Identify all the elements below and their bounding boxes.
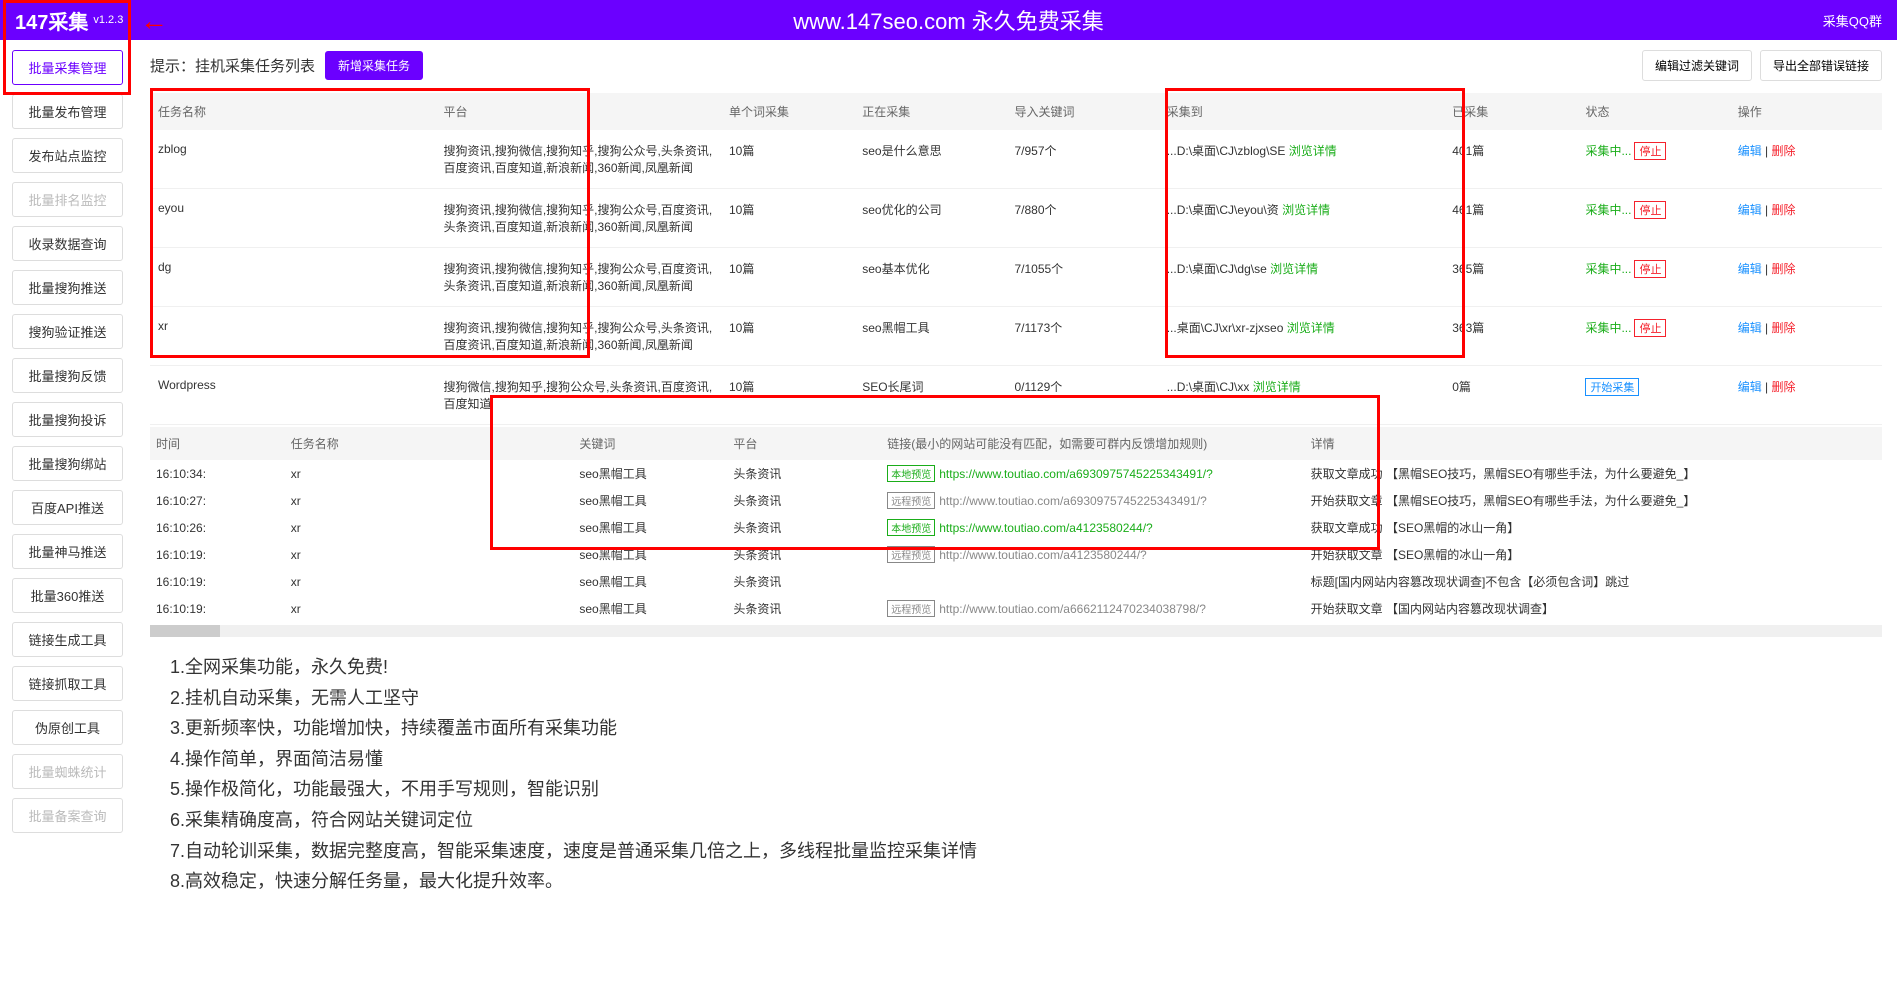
link-url[interactable]: http://www.toutiao.com/a4123580244/? xyxy=(939,548,1146,562)
table-row: xr搜狗资讯,搜狗微信,搜狗知乎,搜狗公众号,头条资讯,百度资讯,百度知道,新浪… xyxy=(150,307,1882,366)
sidebar-item-16[interactable]: 批量蜘蛛统计 xyxy=(12,754,123,789)
feature-line: 1.全网采集功能，永久免费! xyxy=(170,652,1862,683)
content-area: 提示：挂机采集任务列表 新增采集任务 编辑过滤关键词 导出全部错误链接 任务名称… xyxy=(135,40,1897,912)
sidebar-item-7[interactable]: 批量搜狗反馈 xyxy=(12,358,123,393)
sidebar-item-9[interactable]: 批量搜狗绑站 xyxy=(12,446,123,481)
preview-tag[interactable]: 远程预览 xyxy=(887,600,935,617)
export-errors-button[interactable]: 导出全部错误链接 xyxy=(1760,50,1882,81)
column-header: 平台 xyxy=(436,93,722,130)
feature-line: 5.操作极简化，功能最强大，不用手写规则，智能识别 xyxy=(170,774,1862,805)
feature-line: 6.采集精确度高，符合网站关键词定位 xyxy=(170,805,1862,836)
toolbar-title: 提示：挂机采集任务列表 xyxy=(150,55,315,76)
stop-button[interactable]: 停止 xyxy=(1634,201,1666,219)
log-row: 16:10:26:xrseo黑帽工具头条资讯本地预览https://www.to… xyxy=(150,514,1882,541)
log-row: 16:10:34:xrseo黑帽工具头条资讯本地预览https://www.to… xyxy=(150,460,1882,487)
column-header: 时间 xyxy=(150,427,285,460)
column-header: 关键词 xyxy=(573,427,727,460)
preview-tag[interactable]: 本地预览 xyxy=(887,465,935,482)
delete-link[interactable]: 删除 xyxy=(1772,262,1796,276)
log-table: 时间任务名称关键词平台链接(最小的网站可能没有匹配，如需要可群内反馈增加规则)详… xyxy=(150,427,1882,622)
annotation-arrow: ← xyxy=(140,5,168,37)
column-header: 详情 xyxy=(1305,427,1882,460)
preview-tag[interactable]: 远程预览 xyxy=(887,492,935,509)
sidebar-item-11[interactable]: 批量神马推送 xyxy=(12,534,123,569)
sidebar-item-6[interactable]: 搜狗验证推送 xyxy=(12,314,123,349)
sidebar-item-10[interactable]: 百度API推送 xyxy=(12,490,123,525)
link-url[interactable]: https://www.toutiao.com/a4123580244/? xyxy=(939,521,1152,535)
column-header: 任务名称 xyxy=(150,93,436,130)
app-header: 147采集 v1.2.3 www.147seo.com 永久免费采集 采集QQ群 xyxy=(0,0,1897,40)
column-header: 任务名称 xyxy=(285,427,574,460)
link-url[interactable]: https://www.toutiao.com/a693097574522534… xyxy=(939,467,1213,481)
toolbar: 提示：挂机采集任务列表 新增采集任务 编辑过滤关键词 导出全部错误链接 xyxy=(150,50,1882,81)
app-logo: 147采集 xyxy=(15,6,88,35)
column-header: 单个词采集 xyxy=(721,93,854,130)
filter-keywords-button[interactable]: 编辑过滤关键词 xyxy=(1642,50,1752,81)
feature-line: 2.挂机自动采集，无需人工坚守 xyxy=(170,683,1862,714)
column-header: 操作 xyxy=(1730,93,1882,130)
log-row: 16:10:19:xrseo黑帽工具头条资讯标题[国内网站内容篡改现状调查]不包… xyxy=(150,568,1882,595)
table-row: zblog搜狗资讯,搜狗微信,搜狗知乎,搜狗公众号,头条资讯,百度资讯,百度知道… xyxy=(150,130,1882,189)
column-header: 已采集 xyxy=(1444,93,1577,130)
edit-link[interactable]: 编辑 xyxy=(1738,321,1762,335)
feature-line: 3.更新频率快，功能增加快，持续覆盖市面所有采集功能 xyxy=(170,713,1862,744)
log-scrollbar[interactable] xyxy=(150,625,1882,637)
browse-detail-link[interactable]: 浏览详情 xyxy=(1289,144,1337,158)
sidebar-item-3[interactable]: 批量排名监控 xyxy=(12,182,123,217)
table-row: dg搜狗资讯,搜狗微信,搜狗知乎,搜狗公众号,百度资讯,头条资讯,百度知道,新浪… xyxy=(150,248,1882,307)
edit-link[interactable]: 编辑 xyxy=(1738,144,1762,158)
browse-detail-link[interactable]: 浏览详情 xyxy=(1287,321,1335,335)
feature-line: 4.操作简单，界面简洁易懂 xyxy=(170,744,1862,775)
link-url[interactable]: http://www.toutiao.com/a6662112470234038… xyxy=(939,602,1206,616)
column-header: 状态 xyxy=(1577,93,1729,130)
tasks-table: 任务名称平台单个词采集正在采集导入关键词采集到已采集状态操作 zblog搜狗资讯… xyxy=(150,93,1882,425)
delete-link[interactable]: 删除 xyxy=(1772,380,1796,394)
browse-detail-link[interactable]: 浏览详情 xyxy=(1270,262,1318,276)
log-row: 16:10:27:xrseo黑帽工具头条资讯远程预览http://www.tou… xyxy=(150,487,1882,514)
delete-link[interactable]: 删除 xyxy=(1772,321,1796,335)
feature-line: 7.自动轮训采集，数据完整度高，智能采集速度，速度是普通采集几倍之上，多线程批量… xyxy=(170,836,1862,867)
sidebar-item-14[interactable]: 链接抓取工具 xyxy=(12,666,123,701)
sidebar: 批量采集管理批量发布管理发布站点监控批量排名监控收录数据查询批量搜狗推送搜狗验证… xyxy=(0,40,135,912)
stop-button[interactable]: 停止 xyxy=(1634,260,1666,278)
sidebar-item-5[interactable]: 批量搜狗推送 xyxy=(12,270,123,305)
sidebar-item-0[interactable]: 批量采集管理 xyxy=(12,50,123,85)
new-task-button[interactable]: 新增采集任务 xyxy=(325,51,423,80)
column-header: 采集到 xyxy=(1159,93,1445,130)
delete-link[interactable]: 删除 xyxy=(1772,144,1796,158)
table-row: eyou搜狗资讯,搜狗微信,搜狗知乎,搜狗公众号,百度资讯,头条资讯,百度知道,… xyxy=(150,189,1882,248)
sidebar-item-12[interactable]: 批量360推送 xyxy=(12,578,123,613)
start-button[interactable]: 开始采集 xyxy=(1585,378,1639,396)
sidebar-item-17[interactable]: 批量备案查询 xyxy=(12,798,123,833)
column-header: 正在采集 xyxy=(854,93,1006,130)
stop-button[interactable]: 停止 xyxy=(1634,142,1666,160)
features-list: 1.全网采集功能，永久免费!2.挂机自动采集，无需人工坚守3.更新频率快，功能增… xyxy=(150,637,1882,912)
sidebar-item-8[interactable]: 批量搜狗投诉 xyxy=(12,402,123,437)
stop-button[interactable]: 停止 xyxy=(1634,319,1666,337)
column-header: 链接(最小的网站可能没有匹配，如需要可群内反馈增加规则) xyxy=(881,427,1304,460)
preview-tag[interactable]: 远程预览 xyxy=(887,546,935,563)
browse-detail-link[interactable]: 浏览详情 xyxy=(1282,203,1330,217)
sidebar-item-1[interactable]: 批量发布管理 xyxy=(12,94,123,129)
log-row: 16:10:19:xrseo黑帽工具头条资讯远程预览http://www.tou… xyxy=(150,595,1882,622)
app-version: v1.2.3 xyxy=(93,14,123,26)
preview-tag[interactable]: 本地预览 xyxy=(887,519,935,536)
sidebar-item-4[interactable]: 收录数据查询 xyxy=(12,226,123,261)
sidebar-item-15[interactable]: 伪原创工具 xyxy=(12,710,123,745)
column-header: 导入关键词 xyxy=(1006,93,1158,130)
header-title: www.147seo.com 永久免费采集 xyxy=(793,4,1104,36)
edit-link[interactable]: 编辑 xyxy=(1738,203,1762,217)
browse-detail-link[interactable]: 浏览详情 xyxy=(1253,380,1301,394)
feature-line: 8.高效稳定，快速分解任务量，最大化提升效率。 xyxy=(170,866,1862,897)
delete-link[interactable]: 删除 xyxy=(1772,203,1796,217)
edit-link[interactable]: 编辑 xyxy=(1738,262,1762,276)
sidebar-item-13[interactable]: 链接生成工具 xyxy=(12,622,123,657)
sidebar-item-2[interactable]: 发布站点监控 xyxy=(12,138,123,173)
qq-group-link[interactable]: 采集QQ群 xyxy=(1823,11,1882,30)
table-row: Wordpress搜狗微信,搜狗知乎,搜狗公众号,头条资讯,百度资讯,百度知道1… xyxy=(150,366,1882,425)
column-header: 平台 xyxy=(727,427,881,460)
link-url[interactable]: http://www.toutiao.com/a6930975745225343… xyxy=(939,494,1207,508)
edit-link[interactable]: 编辑 xyxy=(1738,380,1762,394)
log-row: 16:10:19:xrseo黑帽工具头条资讯远程预览http://www.tou… xyxy=(150,541,1882,568)
